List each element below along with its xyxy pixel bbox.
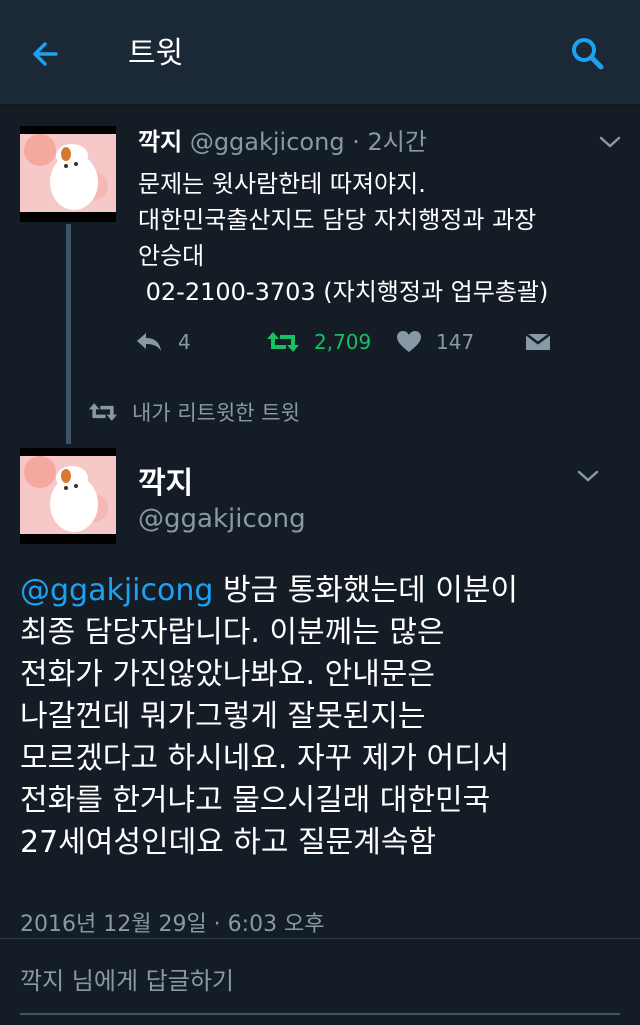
page-title: 트윗 <box>128 36 184 71</box>
like-count: 147 <box>436 330 475 354</box>
tweet-text: @ggakjicong 방금 통화했는데 이분이 최종 담당자랍니다. 이분께는… <box>20 570 620 864</box>
author-name[interactable]: 깍지 <box>138 458 193 502</box>
chevron-down-icon <box>599 136 621 148</box>
avatar[interactable] <box>20 448 116 544</box>
retweet-count: 2,709 <box>314 330 372 354</box>
tweet-line: 27세여성인데요 하고 질문계속함 <box>20 825 437 860</box>
tweet-menu-button[interactable] <box>596 132 624 152</box>
tweet-line: 모르겠다고 하시네요. 자꾸 제가 어디서 <box>20 741 510 776</box>
tweet-line: 나갈껀데 뭐가그렇게 잘못된지는 <box>20 699 426 734</box>
reply-composer <box>0 938 640 1025</box>
tweet-line: 안승대 <box>138 242 205 270</box>
search-icon <box>572 38 604 70</box>
reply-button[interactable]: 4 <box>134 324 191 360</box>
input-underline <box>20 1013 620 1015</box>
tweet-line: @ggakjicong 방금 통화했는데 이분이 <box>20 570 620 612</box>
retweet-button[interactable]: 2,709 <box>266 324 371 360</box>
envelope-icon <box>525 333 551 350</box>
hamster-avatar-image <box>20 448 116 544</box>
tweet-line: 최종 담당자랍니다. 이분께는 많은 <box>20 615 445 650</box>
retweet-icon <box>88 403 118 421</box>
tweet-menu-button[interactable] <box>574 466 602 486</box>
retweet-icon <box>267 332 299 352</box>
tweet-line: 문제는 윗사람한테 따져야지. <box>138 170 426 198</box>
retweeted-indicator: 내가 리트윗한 트윗 <box>88 396 300 428</box>
tweet-actions: 4 2,709 147 <box>134 324 594 360</box>
tweet-line: 전화를 한거냐고 물으시길래 대한민국 <box>20 783 491 818</box>
separator-dot: · <box>352 128 360 156</box>
tweet-line-text: 방금 통화했는데 이분이 <box>213 573 519 608</box>
tweet-line: 02-2100-3703 (자치행정과 업무총괄) <box>138 278 549 306</box>
author-handle[interactable]: @ggakjicong <box>190 128 345 156</box>
like-button[interactable]: 147 <box>396 324 474 360</box>
retweeted-label: 내가 리트윗한 트윗 <box>132 401 300 425</box>
tweet-header: 깍지 @ggakjicong · 2시간 <box>138 126 427 158</box>
reply-icon <box>137 333 161 351</box>
reply-input[interactable] <box>20 963 580 999</box>
chevron-down-icon <box>577 470 599 482</box>
tweet-time: 2시간 <box>367 128 427 156</box>
author-handle[interactable]: @ggakjicong <box>138 504 306 534</box>
mention-link[interactable]: @ggakjicong <box>20 573 213 608</box>
author-name[interactable]: 깍지 <box>138 128 182 156</box>
tweet-line: 대한민국출산지도 담당 자치행정과 과장 <box>138 206 537 234</box>
tweet-timestamp: 2016년 12월 29일 · 6:03 오후 <box>20 912 325 937</box>
tweet-text: 문제는 윗사람한테 따져야지. 대한민국출산지도 담당 자치행정과 과장 안승대… <box>138 166 618 310</box>
tweet-line: 전화가 가진않았나봐요. 안내문은 <box>20 657 436 692</box>
thread-connector <box>66 224 71 444</box>
avatar[interactable] <box>20 126 116 222</box>
reply-count: 4 <box>178 330 191 354</box>
direct-message-button[interactable] <box>524 324 552 360</box>
arrow-left-icon <box>33 42 58 66</box>
heart-icon <box>397 331 421 352</box>
app-header: 트윗 <box>0 0 640 105</box>
back-button[interactable] <box>26 34 66 74</box>
hamster-avatar-image <box>20 126 116 222</box>
search-button[interactable] <box>568 34 608 74</box>
